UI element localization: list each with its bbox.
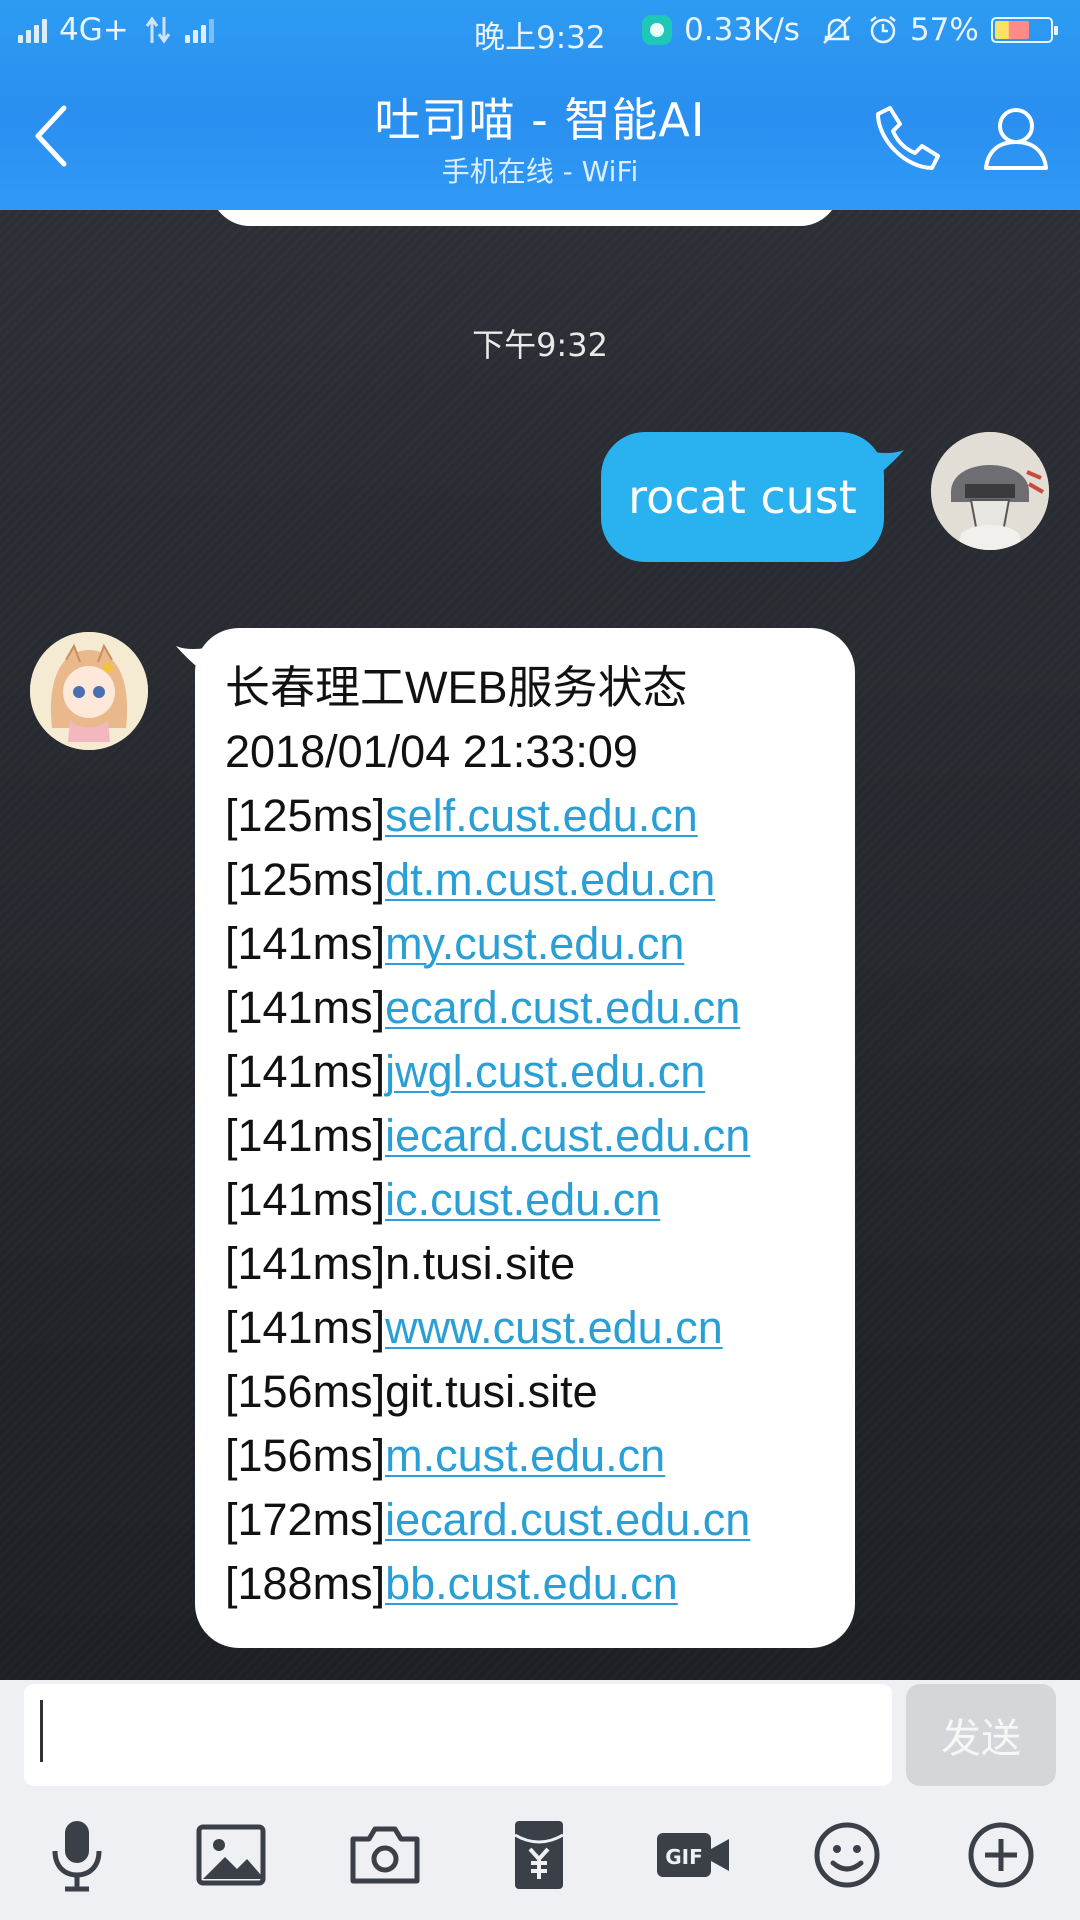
entry-latency: [125ms] [225, 790, 386, 841]
image-icon [196, 1824, 266, 1886]
status-entry: [141ms]ecard.cust.edu.cn [225, 976, 855, 1040]
secondary-signal-icon [184, 17, 214, 43]
mute-icon [823, 16, 851, 44]
red-packet-icon [514, 1821, 564, 1889]
phone-icon [876, 106, 940, 170]
network-type: 4G+ [59, 12, 129, 48]
status-entry: [141ms]iecard.cust.edu.cn [225, 1104, 855, 1168]
entry-host-link[interactable]: bb.cust.edu.cn [385, 1558, 678, 1609]
entry-host-link[interactable]: self.cust.edu.cn [385, 790, 698, 841]
status-entry: [141ms]jwgl.cust.edu.cn [225, 1040, 855, 1104]
header: 4G+ 晚上9:32 0.33K/s 57% 吐司喵 - 智能AI 手机在线 -… [0, 0, 1080, 210]
bot-avatar-image [30, 632, 148, 750]
previous-message-bubble [210, 210, 840, 226]
text-caret [40, 1700, 43, 1762]
gif-button[interactable]: GIF [650, 1812, 736, 1898]
status-bar: 4G+ 晚上9:32 0.33K/s 57% [0, 0, 1080, 62]
entry-latency: [125ms] [225, 854, 386, 905]
entry-host: git.tusi.site [385, 1366, 598, 1417]
profile-button[interactable] [976, 98, 1056, 178]
call-button[interactable] [868, 98, 948, 178]
status-right: 0.33K/s 57% [640, 12, 1058, 48]
status-entry: [141ms]n.tusi.site [225, 1232, 855, 1296]
emoji-icon [814, 1822, 880, 1888]
message-input[interactable] [24, 1684, 892, 1786]
entry-host: n.tusi.site [385, 1238, 576, 1289]
status-entry-list: [125ms]self.cust.edu.cn [125ms]dt.m.cust.… [225, 784, 855, 1616]
entry-host-link[interactable]: www.cust.edu.cn [385, 1302, 723, 1353]
status-entry: [172ms]iecard.cust.edu.cn [225, 1488, 855, 1552]
entry-host-link[interactable]: dt.m.cust.edu.cn [385, 854, 715, 905]
status-left: 4G+ [18, 12, 214, 48]
person-icon [984, 108, 1048, 170]
status-entry: [156ms]m.cust.edu.cn [225, 1424, 855, 1488]
status-entry: [141ms]www.cust.edu.cn [225, 1296, 855, 1360]
chat-screen: 4G+ 晚上9:32 0.33K/s 57% 吐司喵 - 智能AI 手机在线 -… [0, 0, 1080, 1920]
entry-host-link[interactable]: my.cust.edu.cn [385, 918, 684, 969]
my-avatar[interactable] [931, 432, 1049, 550]
entry-host-link[interactable]: jwgl.cust.edu.cn [385, 1046, 705, 1097]
entry-latency: [141ms] [225, 1238, 386, 1289]
status-entry: [125ms]self.cust.edu.cn [225, 784, 855, 848]
camera-button[interactable] [342, 1812, 428, 1898]
entry-host-link[interactable]: ecard.cust.edu.cn [385, 982, 740, 1033]
red-packet-button[interactable] [496, 1812, 582, 1898]
entry-host-link[interactable]: iecard.cust.edu.cn [385, 1110, 750, 1161]
entry-host-link[interactable]: ic.cust.edu.cn [385, 1174, 660, 1225]
entry-latency: [156ms] [225, 1430, 386, 1481]
svg-text:GIF: GIF [665, 1845, 703, 1869]
send-button[interactable]: 发送 [906, 1684, 1056, 1786]
user-avatar-image [931, 432, 1049, 550]
incoming-message-bubble[interactable]: 长春理工WEB服务状态 2018/01/04 21:33:09 [125ms]s… [195, 628, 855, 1648]
alarm-icon [870, 16, 896, 44]
entry-host-link[interactable]: m.cust.edu.cn [385, 1430, 665, 1481]
entry-latency: [141ms] [225, 1174, 386, 1225]
network-speed: 0.33K/s [684, 12, 800, 48]
entry-latency: [141ms] [225, 918, 386, 969]
chat-area[interactable]: 下午9:32 rocat cust 长春理工WEB服务状态 2018/01/04… [0, 210, 1080, 1680]
entry-host-link[interactable]: iecard.cust.edu.cn [385, 1494, 750, 1545]
microphone-icon [52, 1821, 102, 1892]
voice-button[interactable] [34, 1812, 120, 1898]
entry-latency: [141ms] [225, 982, 386, 1033]
entry-latency: [141ms] [225, 1302, 386, 1353]
photo-button[interactable] [188, 1812, 274, 1898]
signal-strength-icon [18, 17, 47, 43]
outgoing-message-bubble[interactable]: rocat cust [601, 432, 884, 562]
entry-latency: [156ms] [225, 1366, 386, 1417]
message-timestamp: 下午9:32 [472, 326, 608, 364]
bot-avatar[interactable] [30, 632, 148, 750]
battery-icon [990, 17, 1058, 43]
data-transfer-icon [145, 16, 170, 44]
more-button[interactable] [958, 1812, 1044, 1898]
title-bar: 吐司喵 - 智能AI 手机在线 - WiFi [0, 62, 1080, 210]
battery-percent: 57% [909, 12, 979, 48]
vpn-icon [642, 15, 672, 45]
input-bar: 发送 [0, 1680, 1080, 1790]
plus-icon [968, 1822, 1034, 1888]
message-datetime: 2018/01/04 21:33:09 [225, 726, 638, 777]
emoji-button[interactable] [804, 1812, 890, 1898]
outgoing-message-text: rocat cust [628, 470, 857, 524]
gif-icon: GIF [657, 1833, 729, 1877]
status-time: 晚上9:32 [474, 20, 606, 56]
status-entry: [141ms]ic.cust.edu.cn [225, 1168, 855, 1232]
toolbar: GIF [0, 1790, 1080, 1920]
entry-latency: [172ms] [225, 1494, 386, 1545]
entry-latency: [141ms] [225, 1046, 386, 1097]
message-title: 长春理工WEB服务状态 [225, 662, 688, 713]
entry-latency: [188ms] [225, 1558, 386, 1609]
camera-icon [350, 1826, 420, 1884]
status-entry: [156ms]git.tusi.site [225, 1360, 855, 1424]
status-entry: [141ms]my.cust.edu.cn [225, 912, 855, 976]
status-entry: [125ms]dt.m.cust.edu.cn [225, 848, 855, 912]
status-entry: [188ms]bb.cust.edu.cn [225, 1552, 855, 1616]
entry-latency: [141ms] [225, 1110, 386, 1161]
